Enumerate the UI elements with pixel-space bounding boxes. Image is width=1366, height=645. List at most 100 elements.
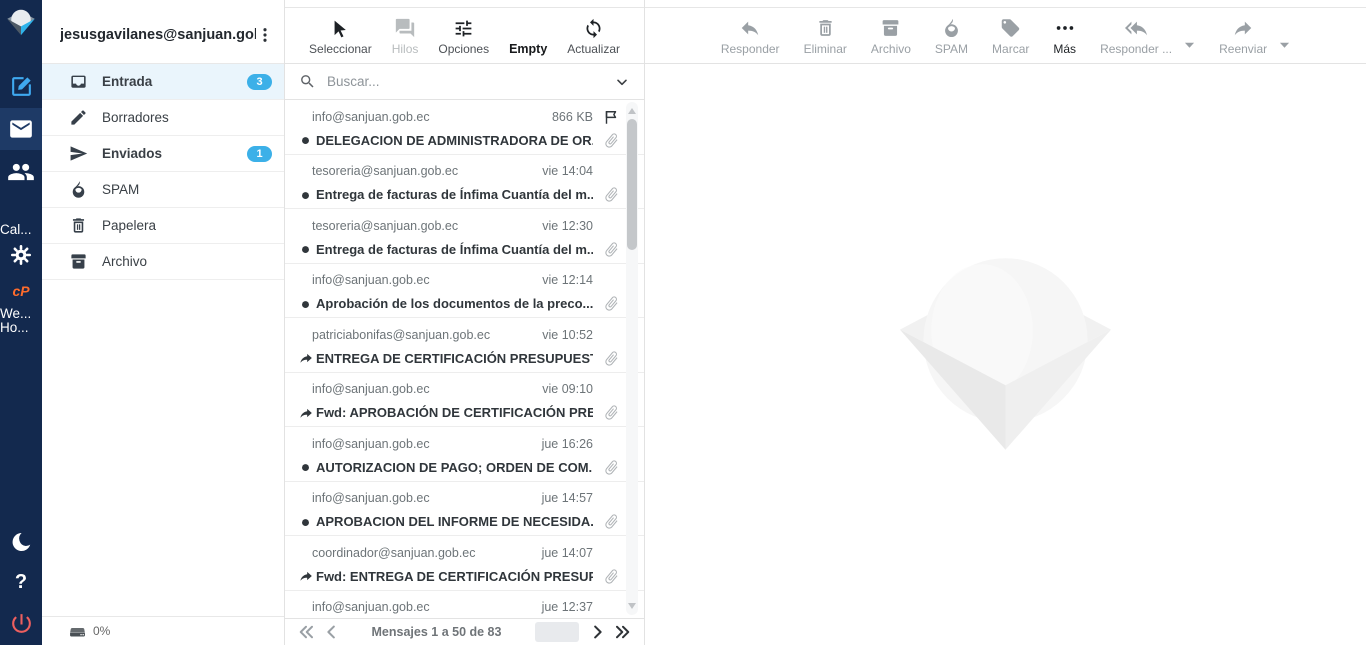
calendar-nav-label[interactable]: Cal... [0, 222, 42, 237]
mark-button[interactable]: Marcar [992, 17, 1029, 56]
cpanel-button[interactable]: cP [0, 283, 42, 299]
message-list-item[interactable]: info@sanjuan.gob.ec jue 14:57 APROBACION… [285, 482, 644, 537]
gear-icon [9, 243, 33, 267]
help-button[interactable]: ? [0, 571, 42, 594]
chat-bubbles-icon [394, 17, 416, 39]
last-page-button[interactable] [614, 625, 632, 639]
pagination-summary: Mensajes 1 a 50 de 83 [348, 625, 525, 639]
sidebar-folder-item[interactable]: Papelera [42, 208, 284, 244]
delete-button[interactable]: Eliminar [804, 17, 847, 56]
pencil-icon [69, 108, 88, 127]
forwarded-icon [299, 351, 313, 365]
message-list-item[interactable]: tesoreria@sanjuan.gob.ec vie 14:04 Entre… [285, 155, 644, 210]
message-list-item[interactable]: tesoreria@sanjuan.gob.ec vie 12:30 Entre… [285, 209, 644, 264]
scrollbar-down-arrow[interactable] [628, 603, 636, 609]
message-list-item[interactable]: info@sanjuan.gob.ec vie 09:10 Fwd: APROB… [285, 373, 644, 428]
contacts-button[interactable] [0, 158, 42, 186]
message-list-item[interactable]: info@sanjuan.gob.ec jue 16:26 AUTORIZACI… [285, 427, 644, 482]
more-button[interactable]: Más [1053, 17, 1076, 56]
paper-plane-icon [69, 144, 88, 163]
folder-sidebar: jesusgavilanes@sanjuan.gob.ec Entrada 3 … [42, 0, 285, 645]
message-sender: info@sanjuan.gob.ec [299, 491, 542, 505]
sidebar-folder-item[interactable]: SPAM [42, 172, 284, 208]
list-toolbar: Seleccionar Hilos Opciones Empty Actuali… [285, 7, 644, 64]
message-subject: Entrega de facturas de Ínfima Cuantía de… [316, 187, 593, 202]
scrollbar-thumb[interactable] [627, 119, 637, 250]
message-list-item[interactable]: patriciabonifas@sanjuan.gob.ec vie 10:52… [285, 318, 644, 373]
empty-button[interactable]: Empty [509, 17, 547, 56]
forwarded-icon [299, 406, 313, 420]
page-number-input[interactable] [535, 622, 579, 642]
account-header: jesusgavilanes@sanjuan.gob.ec [42, 0, 284, 64]
sidebar-folder-item[interactable]: Enviados 1 [42, 136, 284, 172]
forward-button[interactable]: Reenviar [1219, 17, 1267, 56]
folder-label: SPAM [102, 182, 247, 197]
message-list-item[interactable]: info@sanjuan.gob.ec vie 12:14 Aprobación… [285, 264, 644, 319]
settings-button[interactable] [0, 243, 42, 267]
moon-icon [9, 530, 33, 554]
message-sender: patriciabonifas@sanjuan.gob.ec [299, 328, 542, 342]
message-list-item[interactable]: info@sanjuan.gob.ec 866 KB DELEGACION DE… [285, 100, 644, 155]
message-list-item[interactable]: info@sanjuan.gob.ec jue 12:37 [285, 591, 644, 618]
unread-dot-icon [299, 188, 312, 201]
mail-nav-button[interactable] [0, 108, 42, 150]
threads-button[interactable]: Hilos [392, 17, 419, 56]
webmail-home-label-line2[interactable]: Ho... [0, 320, 42, 335]
archive-button[interactable]: Archivo [871, 17, 911, 56]
search-options-chevron-icon[interactable] [614, 74, 630, 90]
message-date-or-size: jue 12:37 [542, 600, 593, 614]
dark-mode-button[interactable] [0, 530, 42, 554]
refresh-button[interactable]: Actualizar [567, 17, 620, 56]
tag-icon [1000, 17, 1021, 39]
first-page-button[interactable] [297, 625, 315, 639]
roundcube-watermark-logo [898, 256, 1113, 452]
message-subject: Fwd: ENTREGA DE CERTIFICACIÓN PRESUP... [316, 569, 593, 584]
sidebar-folder-item[interactable]: Entrada 3 [42, 64, 284, 100]
attachment-paperclip-icon [593, 295, 620, 312]
sidebar-folder-item[interactable]: Archivo [42, 244, 284, 280]
prev-page-button[interactable] [325, 625, 338, 639]
forward-dropdown-caret-icon[interactable] [1279, 41, 1290, 49]
trash-icon [69, 216, 88, 235]
reply-all-button[interactable]: Responder ... [1100, 17, 1172, 56]
logout-button[interactable] [0, 611, 42, 636]
sidebar-folder-item[interactable]: Borradores [42, 100, 284, 136]
unread-count-badge: 3 [247, 74, 272, 90]
message-list: info@sanjuan.gob.ec 866 KB DELEGACION DE… [285, 100, 644, 617]
sliders-icon [453, 17, 474, 39]
options-button[interactable]: Opciones [438, 17, 489, 56]
archive-icon [880, 17, 901, 39]
cursor-icon [330, 17, 350, 39]
folder-label: Enviados [102, 146, 247, 161]
next-page-button[interactable] [591, 625, 604, 639]
folder-label: Archivo [102, 254, 247, 269]
message-sender: info@sanjuan.gob.ec [299, 110, 552, 124]
search-icon [299, 73, 316, 90]
attachment-paperclip-icon [593, 350, 620, 367]
inbox-icon [69, 72, 88, 91]
select-button[interactable]: Seleccionar [309, 17, 372, 56]
search-input[interactable] [325, 73, 605, 90]
reply-all-dropdown-caret-icon[interactable] [1184, 41, 1195, 49]
compose-button[interactable] [0, 74, 42, 99]
message-subject: Entrega de facturas de Ínfima Cuantía de… [316, 242, 593, 257]
forward-icon [1231, 17, 1255, 39]
spam-button[interactable]: SPAM [935, 17, 968, 56]
message-list-item[interactable]: coordinador@sanjuan.gob.ec jue 14:07 Fwd… [285, 536, 644, 591]
unread-dot-icon [299, 297, 312, 310]
content-watermark-area [645, 64, 1366, 644]
mail-icon [8, 116, 34, 142]
webmail-home-label-line1[interactable]: We... [0, 306, 42, 321]
spam-flame-icon [941, 17, 962, 39]
message-subject: Aprobación de los documentos de la preco… [316, 296, 593, 311]
list-scrollbar[interactable] [626, 102, 638, 615]
message-sender: info@sanjuan.gob.ec [299, 600, 542, 614]
kebab-menu-icon[interactable] [256, 26, 274, 44]
message-content-pane: Responder Eliminar Archivo SPAM Marcar [645, 0, 1366, 645]
reply-button[interactable]: Responder [721, 17, 780, 56]
message-date-or-size: vie 12:14 [542, 273, 593, 287]
message-sender: tesoreria@sanjuan.gob.ec [299, 164, 542, 178]
scrollbar-up-arrow[interactable] [628, 108, 636, 114]
pagination-bar: Mensajes 1 a 50 de 83 [285, 618, 644, 645]
message-subject: APROBACION DEL INFORME DE NECESIDA... [316, 514, 593, 529]
